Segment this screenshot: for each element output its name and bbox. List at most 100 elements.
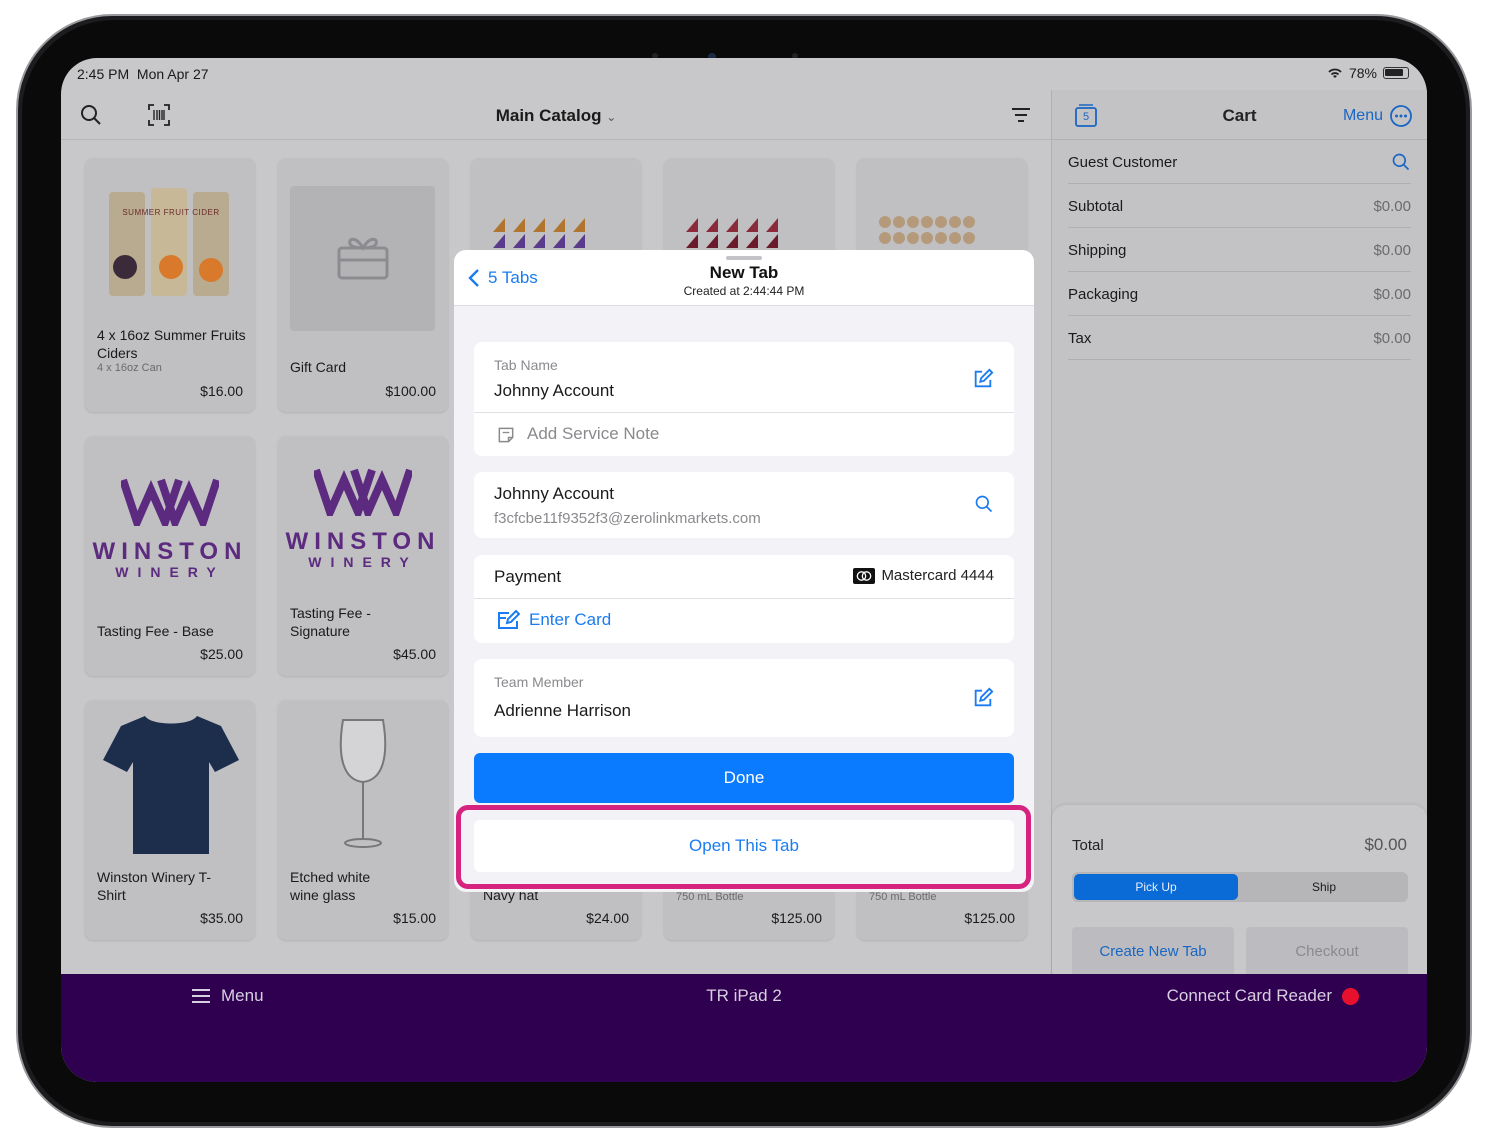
status-time: 2:45 PM Mon Apr 27 [77, 66, 209, 82]
payment-label: Payment [494, 567, 562, 586]
shipping-row: Shipping $0.00 [1068, 228, 1411, 272]
search-icon[interactable] [974, 494, 994, 514]
product-tile[interactable]: Etched white wine glass $15.00 [278, 700, 448, 940]
product-tile[interactable]: WINSTON WINERY Tasting Fee - Signature $… [278, 436, 448, 676]
new-tab-modal: 5 Tabs New Tab Created at 2:44:44 PM Tab… [454, 250, 1034, 892]
battery-icon [1383, 67, 1409, 79]
more-icon [1390, 105, 1412, 127]
note-icon [498, 427, 514, 443]
product-price: $125.00 [771, 910, 822, 926]
winston-logo-mark [121, 478, 219, 526]
status-right: 78% [1327, 65, 1409, 81]
modal-subtitle: Created at 2:44:44 PM [683, 284, 805, 298]
customer-name: Johnny Account [494, 484, 615, 503]
wine-glass-image [339, 719, 387, 848]
mastercard-icon [853, 567, 876, 584]
reader-label: Connect Card Reader [1166, 986, 1332, 1005]
customer-name: Guest Customer [1068, 154, 1178, 171]
row-value: $0.00 [1373, 198, 1411, 215]
fulfillment-toggle: Pick Up Ship [1072, 872, 1408, 902]
pickup-option[interactable]: Pick Up [1074, 874, 1238, 900]
card-label: Mastercard 4444 [881, 567, 994, 584]
menu-label: Menu [221, 986, 264, 1005]
edit-icon[interactable] [972, 368, 994, 390]
row-value: $0.00 [1373, 286, 1411, 303]
row-label: Shipping [1068, 242, 1127, 259]
total-label: Total [1072, 837, 1104, 854]
highlight-callout [456, 805, 1031, 889]
divider [474, 598, 1014, 599]
connect-card-reader-button[interactable]: Connect Card Reader [1167, 986, 1359, 1006]
row-label: Subtotal [1068, 198, 1124, 215]
winston-logo-mark [314, 468, 412, 516]
wifi-icon [1328, 68, 1342, 78]
row-value: $0.00 [1373, 242, 1411, 259]
product-tile[interactable]: Gift Card $100.00 [278, 158, 448, 412]
tab-name-value: Johnny Account [494, 381, 615, 400]
can-label: SUMMER FRUIT CIDER [122, 208, 220, 217]
product-name: Tasting Fee - Signature [290, 605, 371, 639]
product-price: $125.00 [964, 910, 1015, 926]
selected-card[interactable]: Mastercard 4444 [853, 567, 994, 584]
modal-header: 5 Tabs New Tab Created at 2:44:44 PM [454, 250, 1034, 306]
row-label: Tax [1068, 330, 1092, 347]
customer-email: f3cfcbe11f9352f3@zerolinkmarkets.com [494, 510, 761, 527]
wine-label-image [493, 218, 585, 248]
catalog-selector[interactable]: Main Catalog ⌄ [61, 106, 1051, 126]
winery-logo-text: WINERY [308, 554, 418, 570]
product-name: Gift Card [290, 359, 347, 375]
winston-logo-text: WINSTON [92, 538, 248, 565]
product-price: $16.00 [200, 383, 243, 399]
cart-header: 5 Cart Menu [1052, 90, 1427, 140]
cider-cans-image [109, 188, 229, 296]
team-member-value: Adrienne Harrison [494, 701, 632, 720]
tab-name-label: Tab Name [494, 357, 558, 373]
cart-panel: 5 Cart Menu Guest Customer Subtotal $0.00… [1051, 90, 1427, 1005]
row-label: Packaging [1068, 286, 1139, 303]
wine-label-image [879, 216, 975, 244]
product-price: $24.00 [586, 910, 629, 926]
product-name: Tasting Fee - Base [97, 623, 214, 639]
customer-card[interactable]: Johnny Account f3cfcbe11f9352f3@zerolink… [474, 472, 1014, 538]
cart-menu-label: Menu [1342, 107, 1383, 124]
product-tile[interactable]: Winston Winery T-Shirt $35.00 [85, 700, 255, 940]
subtotal-row: Subtotal $0.00 [1068, 184, 1411, 228]
device-label: TR iPad 2 [706, 986, 782, 1005]
hamburger-icon [192, 989, 210, 1003]
product-price: $45.00 [393, 646, 436, 662]
enter-card-button[interactable]: Enter Card [496, 609, 611, 631]
service-note-field[interactable]: Add Service Note [527, 424, 659, 444]
done-button[interactable]: Done [474, 753, 1014, 803]
ship-option[interactable]: Ship [1242, 874, 1406, 900]
team-member-card: Team Member Adrienne Harrison [474, 659, 1014, 737]
filter-icon[interactable] [1009, 103, 1033, 127]
product-sub: 4 x 16oz Can [97, 362, 162, 374]
gift-icon [337, 237, 389, 280]
product-tile[interactable]: WINSTON WINERY Tasting Fee - Base $25.00 [85, 436, 255, 676]
sheet-grabber[interactable] [726, 256, 762, 260]
winston-logo-text: WINSTON [285, 528, 441, 555]
tax-row: Tax $0.00 [1068, 316, 1411, 360]
battery-percent: 78% [1348, 65, 1377, 81]
product-price: $35.00 [200, 910, 243, 926]
product-name: Winston Winery T-Shirt [97, 869, 212, 903]
reader-status-dot [1342, 987, 1359, 1005]
product-name: 4 x 16oz Summer Fruits Ciders [97, 327, 246, 361]
edit-icon[interactable] [972, 687, 994, 709]
tshirt-image [103, 716, 239, 854]
catalog-toolbar: Main Catalog ⌄ [61, 90, 1051, 140]
main-menu-button[interactable]: Menu [191, 986, 264, 1006]
search-icon[interactable] [1391, 152, 1411, 172]
chevron-down-icon: ⌄ [606, 110, 617, 124]
product-sub: 750 mL Bottle [676, 891, 744, 903]
row-value: $0.00 [1373, 330, 1411, 347]
product-name: Etched white wine glass [290, 869, 371, 903]
enter-card-label: Enter Card [529, 610, 612, 629]
bottom-bar: Menu TR iPad 2 Connect Card Reader [61, 974, 1427, 1082]
total-value: $0.00 [1364, 835, 1407, 854]
product-tile[interactable]: SUMMER FRUIT CIDER 4 x 16oz Summer Fruit… [85, 158, 255, 412]
customer-row[interactable]: Guest Customer [1068, 140, 1411, 184]
create-new-tab-button[interactable]: Create New Tab [1072, 927, 1234, 977]
checkout-button[interactable]: Checkout [1246, 927, 1408, 977]
cart-menu-button[interactable]: Menu [1343, 104, 1413, 128]
